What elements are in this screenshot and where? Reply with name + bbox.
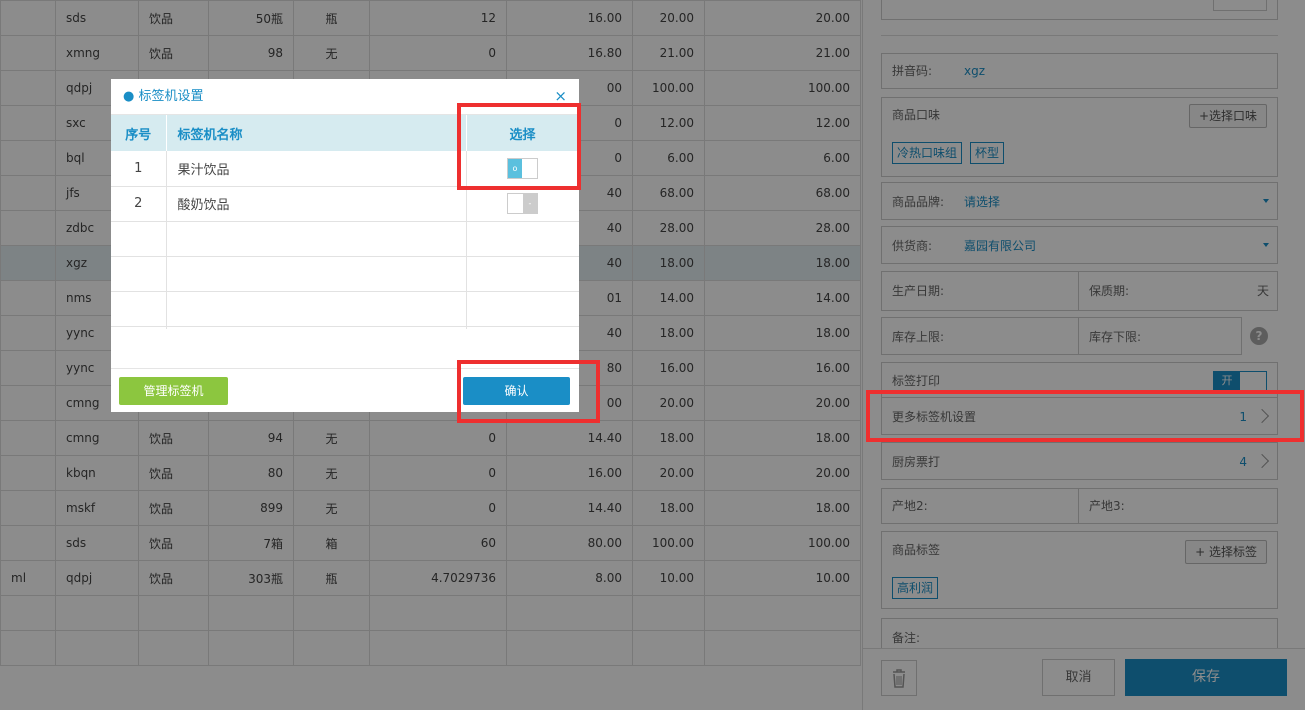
table-row: 2 酸奶饮品 - xyxy=(111,186,579,222)
manage-label-printer-button[interactable]: 管理标签机 xyxy=(119,377,228,405)
row-name: 酸奶饮品 xyxy=(166,186,467,222)
highlight-confirm-button xyxy=(457,360,600,423)
highlight-select-column xyxy=(457,103,581,190)
row-select: - xyxy=(466,186,579,222)
row-no: 2 xyxy=(111,186,167,222)
select-toggle[interactable]: - xyxy=(507,193,538,214)
table-row xyxy=(111,256,579,292)
row-name: 果汁饮品 xyxy=(166,151,467,187)
table-row xyxy=(111,291,579,327)
col-header-name: 标签机名称 xyxy=(166,115,467,151)
col-header-no: 序号 xyxy=(111,115,167,151)
highlight-more-label-setting xyxy=(866,390,1304,442)
toggle-knob: - xyxy=(523,194,537,213)
table-row xyxy=(111,326,579,329)
row-no: 1 xyxy=(111,151,167,187)
close-icon[interactable]: × xyxy=(554,88,567,104)
dialog-title: ● 标签机设置 xyxy=(123,89,204,104)
table-row xyxy=(111,221,579,257)
